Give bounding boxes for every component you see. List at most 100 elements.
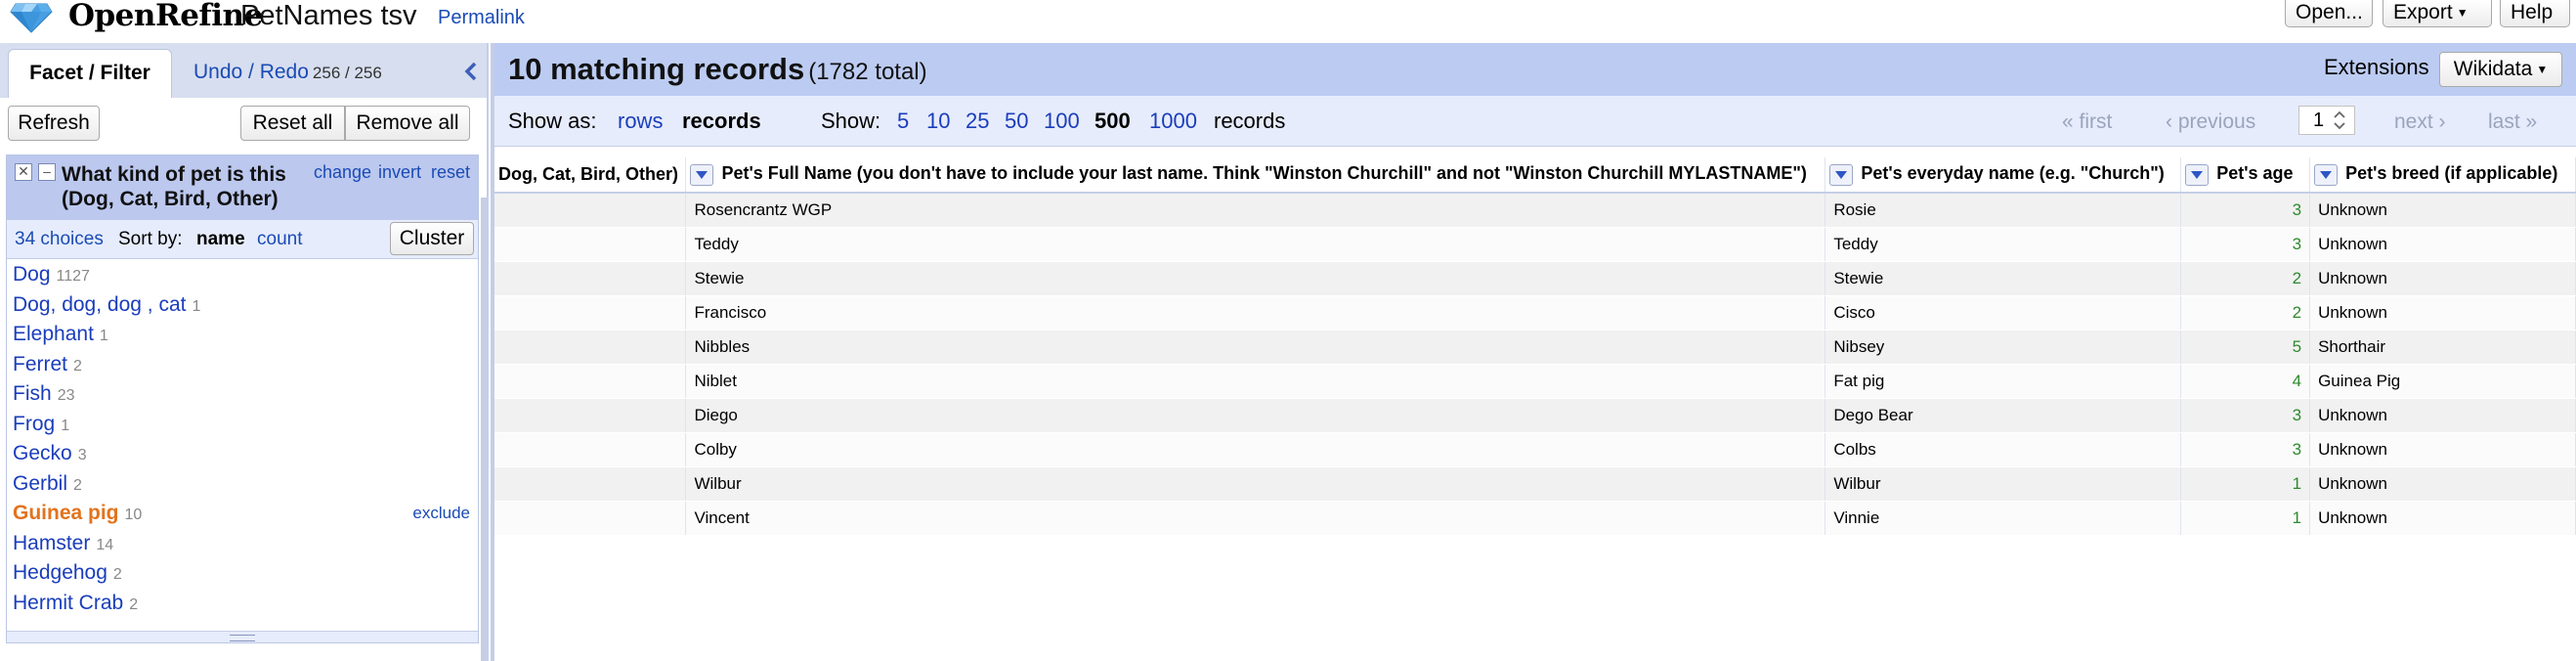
facet-choice-label[interactable]: Hedgehog — [13, 561, 107, 584]
facet-choice-item[interactable]: Elephant 1 — [7, 320, 478, 350]
permalink-link[interactable]: Permalink — [438, 7, 525, 29]
table-cell[interactable]: Vinnie — [1825, 501, 2182, 536]
table-cell[interactable]: Francisco — [685, 295, 1826, 330]
facet-choice-item[interactable]: Gecko 3 — [7, 439, 478, 469]
choices-count-link[interactable]: 34 choices — [15, 229, 104, 250]
table-cell[interactable]: 3 — [2180, 398, 2311, 433]
app-name[interactable]: OpenRefine — [68, 0, 263, 33]
facet-choice-item[interactable]: Hermit Crab 2 — [7, 589, 478, 619]
table-cell[interactable]: Unknown — [2309, 261, 2576, 296]
table-cell[interactable]: Stewie — [685, 261, 1826, 296]
table-cell[interactable]: Wilbur — [1825, 466, 2182, 502]
facet-choice-item[interactable]: Ferret 2 — [7, 350, 478, 380]
table-cell[interactable]: Unknown — [2309, 398, 2576, 433]
facet-choice-label[interactable]: Dog, dog, dog , cat — [13, 293, 186, 316]
table-cell[interactable] — [494, 227, 687, 262]
table-cell[interactable] — [494, 364, 687, 399]
table-cell[interactable]: Teddy — [1825, 227, 2182, 262]
table-cell[interactable]: Colby — [685, 432, 1826, 467]
facet-change-link[interactable]: change — [314, 162, 371, 183]
facet-choice-label[interactable]: Hamster — [13, 532, 90, 554]
column-header-pet-type[interactable]: Dog, Cat, Bird, Other) — [494, 157, 687, 194]
facet-choice-item[interactable]: Dog, dog, dog , cat 1 — [7, 290, 478, 321]
table-cell[interactable]: 3 — [2180, 432, 2311, 467]
column-header-full-name[interactable]: Pet's Full Name (you don't have to inclu… — [685, 157, 1826, 194]
table-cell[interactable]: 3 — [2180, 227, 2311, 262]
table-cell[interactable] — [494, 193, 687, 228]
facet-choice-item[interactable]: Dog 1127 — [7, 260, 478, 290]
page-size-100[interactable]: 100 — [1044, 109, 1080, 134]
facet-choice-item[interactable]: Hedgehog 2 — [7, 558, 478, 589]
refresh-button[interactable]: Refresh — [8, 106, 100, 141]
page-size-50[interactable]: 50 — [1005, 109, 1028, 134]
next-page-link[interactable]: next › — [2394, 110, 2446, 134]
page-size-1000[interactable]: 1000 — [1149, 109, 1197, 134]
close-facet-icon[interactable]: ✕ — [15, 163, 32, 181]
table-cell[interactable]: Unknown — [2309, 227, 2576, 262]
show-as-rows-link[interactable]: rows — [618, 109, 663, 134]
sort-by-count[interactable]: count — [257, 229, 302, 250]
table-cell[interactable]: 5 — [2180, 330, 2311, 365]
table-cell[interactable]: 1 — [2180, 466, 2311, 502]
facet-exclude-link[interactable]: exclude — [412, 499, 470, 528]
table-cell[interactable]: Unknown — [2309, 193, 2576, 228]
page-spinner-icon[interactable] — [2330, 108, 2349, 133]
facet-choice-label[interactable]: Elephant — [13, 323, 94, 345]
page-size-25[interactable]: 25 — [966, 109, 989, 134]
table-cell[interactable]: 1 — [2180, 501, 2311, 536]
facet-reset-link[interactable]: reset — [431, 162, 470, 183]
facet-invert-link[interactable]: invert — [378, 162, 421, 183]
table-cell[interactable] — [494, 330, 687, 365]
table-cell[interactable] — [494, 432, 687, 467]
table-cell[interactable] — [494, 261, 687, 296]
facet-choice-label[interactable]: Frog — [13, 413, 55, 435]
column-menu-icon[interactable] — [690, 163, 714, 186]
reset-all-button[interactable]: Reset all — [240, 106, 345, 141]
tab-undo-redo[interactable]: Undo / Redo 256 / 256 — [193, 49, 382, 98]
sort-by-name[interactable]: name — [196, 229, 245, 250]
facet-choice-item[interactable]: Fish 23 — [7, 379, 478, 410]
column-menu-icon[interactable] — [2185, 163, 2210, 186]
collapse-left-panel-icon[interactable] — [459, 59, 483, 84]
facet-choice-item[interactable]: Guinea pig 10 exclude — [7, 499, 478, 529]
open-button[interactable]: Open... — [2285, 0, 2373, 27]
table-cell[interactable]: 3 — [2180, 193, 2311, 228]
cluster-button[interactable]: Cluster — [390, 222, 474, 255]
facet-choice-item[interactable]: Gerbil 2 — [7, 469, 478, 500]
minimize-facet-icon[interactable]: – — [38, 163, 56, 181]
facet-choice-label[interactable]: Gerbil — [13, 472, 67, 495]
export-button[interactable]: Export ▼ — [2383, 0, 2492, 27]
page-size-500[interactable]: 500 — [1095, 109, 1131, 134]
facet-choice-label[interactable]: Fish — [13, 382, 52, 405]
diamond-logo-icon[interactable] — [10, 0, 53, 33]
table-cell[interactable]: Stewie — [1825, 261, 2182, 296]
tab-facet-filter[interactable]: Facet / Filter — [8, 49, 172, 98]
column-menu-icon[interactable] — [2314, 163, 2339, 186]
facet-choice-label[interactable]: Dog — [13, 263, 51, 286]
table-cell[interactable]: Unknown — [2309, 466, 2576, 502]
table-cell[interactable]: Vincent — [685, 501, 1826, 536]
project-name[interactable]: PetNames tsv — [240, 0, 417, 32]
column-header-breed[interactable]: Pet's breed (if applicable) — [2309, 157, 2576, 194]
left-panel-scrollbar[interactable] — [481, 198, 489, 661]
table-cell[interactable]: Unknown — [2309, 501, 2576, 536]
page-size-5[interactable]: 5 — [897, 109, 909, 134]
facet-choice-item[interactable]: Frog 1 — [7, 410, 478, 440]
table-cell[interactable]: 2 — [2180, 261, 2311, 296]
column-header-age[interactable]: Pet's age — [2180, 157, 2311, 194]
column-menu-icon[interactable] — [1829, 163, 1854, 186]
table-cell[interactable] — [494, 398, 687, 433]
table-cell[interactable]: Dego Bear — [1825, 398, 2182, 433]
table-cell[interactable]: Unknown — [2309, 295, 2576, 330]
facet-resize-handle[interactable] — [7, 631, 478, 642]
table-cell[interactable]: Diego — [685, 398, 1826, 433]
facet-choice-label[interactable]: Gecko — [13, 442, 72, 464]
table-cell[interactable]: Nibsey — [1825, 330, 2182, 365]
table-cell[interactable]: Rosie — [1825, 193, 2182, 228]
first-page-link[interactable]: « first — [2062, 110, 2112, 134]
table-cell[interactable] — [494, 295, 687, 330]
help-button[interactable]: Help — [2500, 0, 2570, 27]
table-cell[interactable]: Wilbur — [685, 466, 1826, 502]
facet-choice-label[interactable]: Hermit Crab — [13, 592, 123, 614]
table-cell[interactable]: Fat pig — [1825, 364, 2182, 399]
